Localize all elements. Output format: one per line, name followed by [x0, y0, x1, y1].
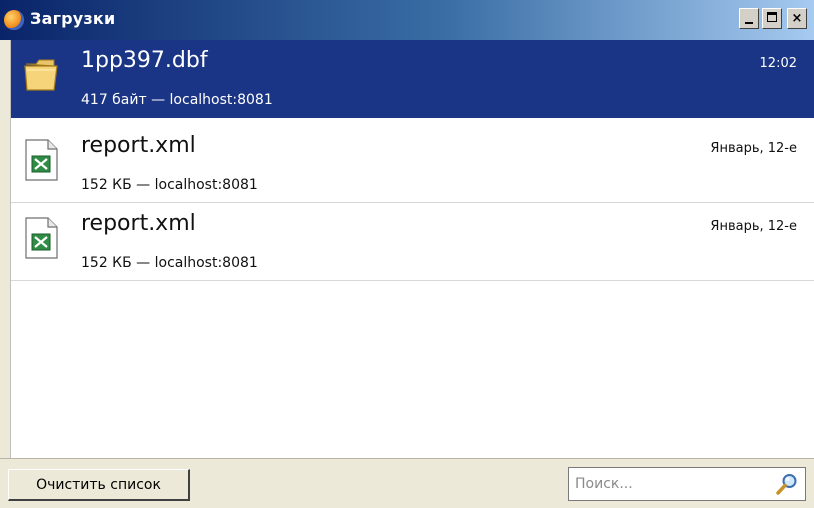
download-file-name: report.xml — [81, 211, 196, 236]
download-details: 417 байт — localhost:8081 — [81, 92, 273, 108]
download-details: 152 КБ — localhost:8081 — [81, 177, 258, 193]
download-item[interactable]: report.xml 152 КБ — localhost:8081 Январ… — [11, 203, 814, 281]
download-file-name: 1pp397.dbf — [81, 48, 208, 73]
folder-icon — [24, 59, 58, 91]
bottom-bar: Очистить список — [0, 458, 814, 508]
download-item[interactable]: 1pp397.dbf 417 байт — localhost:8081 12:… — [11, 40, 814, 118]
window-title: Загрузки — [30, 9, 116, 28]
download-file-name: report.xml — [81, 133, 196, 158]
close-icon: × — [791, 11, 803, 26]
close-button[interactable]: × — [787, 8, 807, 29]
download-details: 152 КБ — localhost:8081 — [81, 255, 258, 271]
search-input[interactable] — [575, 474, 755, 494]
download-item[interactable]: report.xml 152 КБ — localhost:8081 Январ… — [11, 125, 814, 203]
maximize-button[interactable] — [762, 8, 782, 29]
downloads-list[interactable]: 1pp397.dbf 417 байт — localhost:8081 12:… — [10, 40, 814, 458]
minimize-icon — [745, 22, 753, 24]
magnifier-icon[interactable] — [775, 472, 799, 496]
download-time: Январь, 12-е — [710, 141, 797, 156]
minimize-button[interactable] — [739, 8, 759, 29]
excel-file-icon — [25, 217, 58, 259]
excel-file-icon — [25, 139, 58, 181]
downloads-window: Загрузки × 1pp397.dbf 417 байт — localho… — [0, 0, 814, 508]
title-bar[interactable]: Загрузки × — [0, 0, 814, 40]
search-box[interactable] — [568, 467, 806, 501]
download-time: 12:02 — [759, 56, 797, 71]
maximize-icon — [767, 12, 777, 22]
firefox-icon — [4, 10, 24, 30]
clear-list-button[interactable]: Очистить список — [8, 469, 190, 501]
download-time: Январь, 12-е — [710, 219, 797, 234]
